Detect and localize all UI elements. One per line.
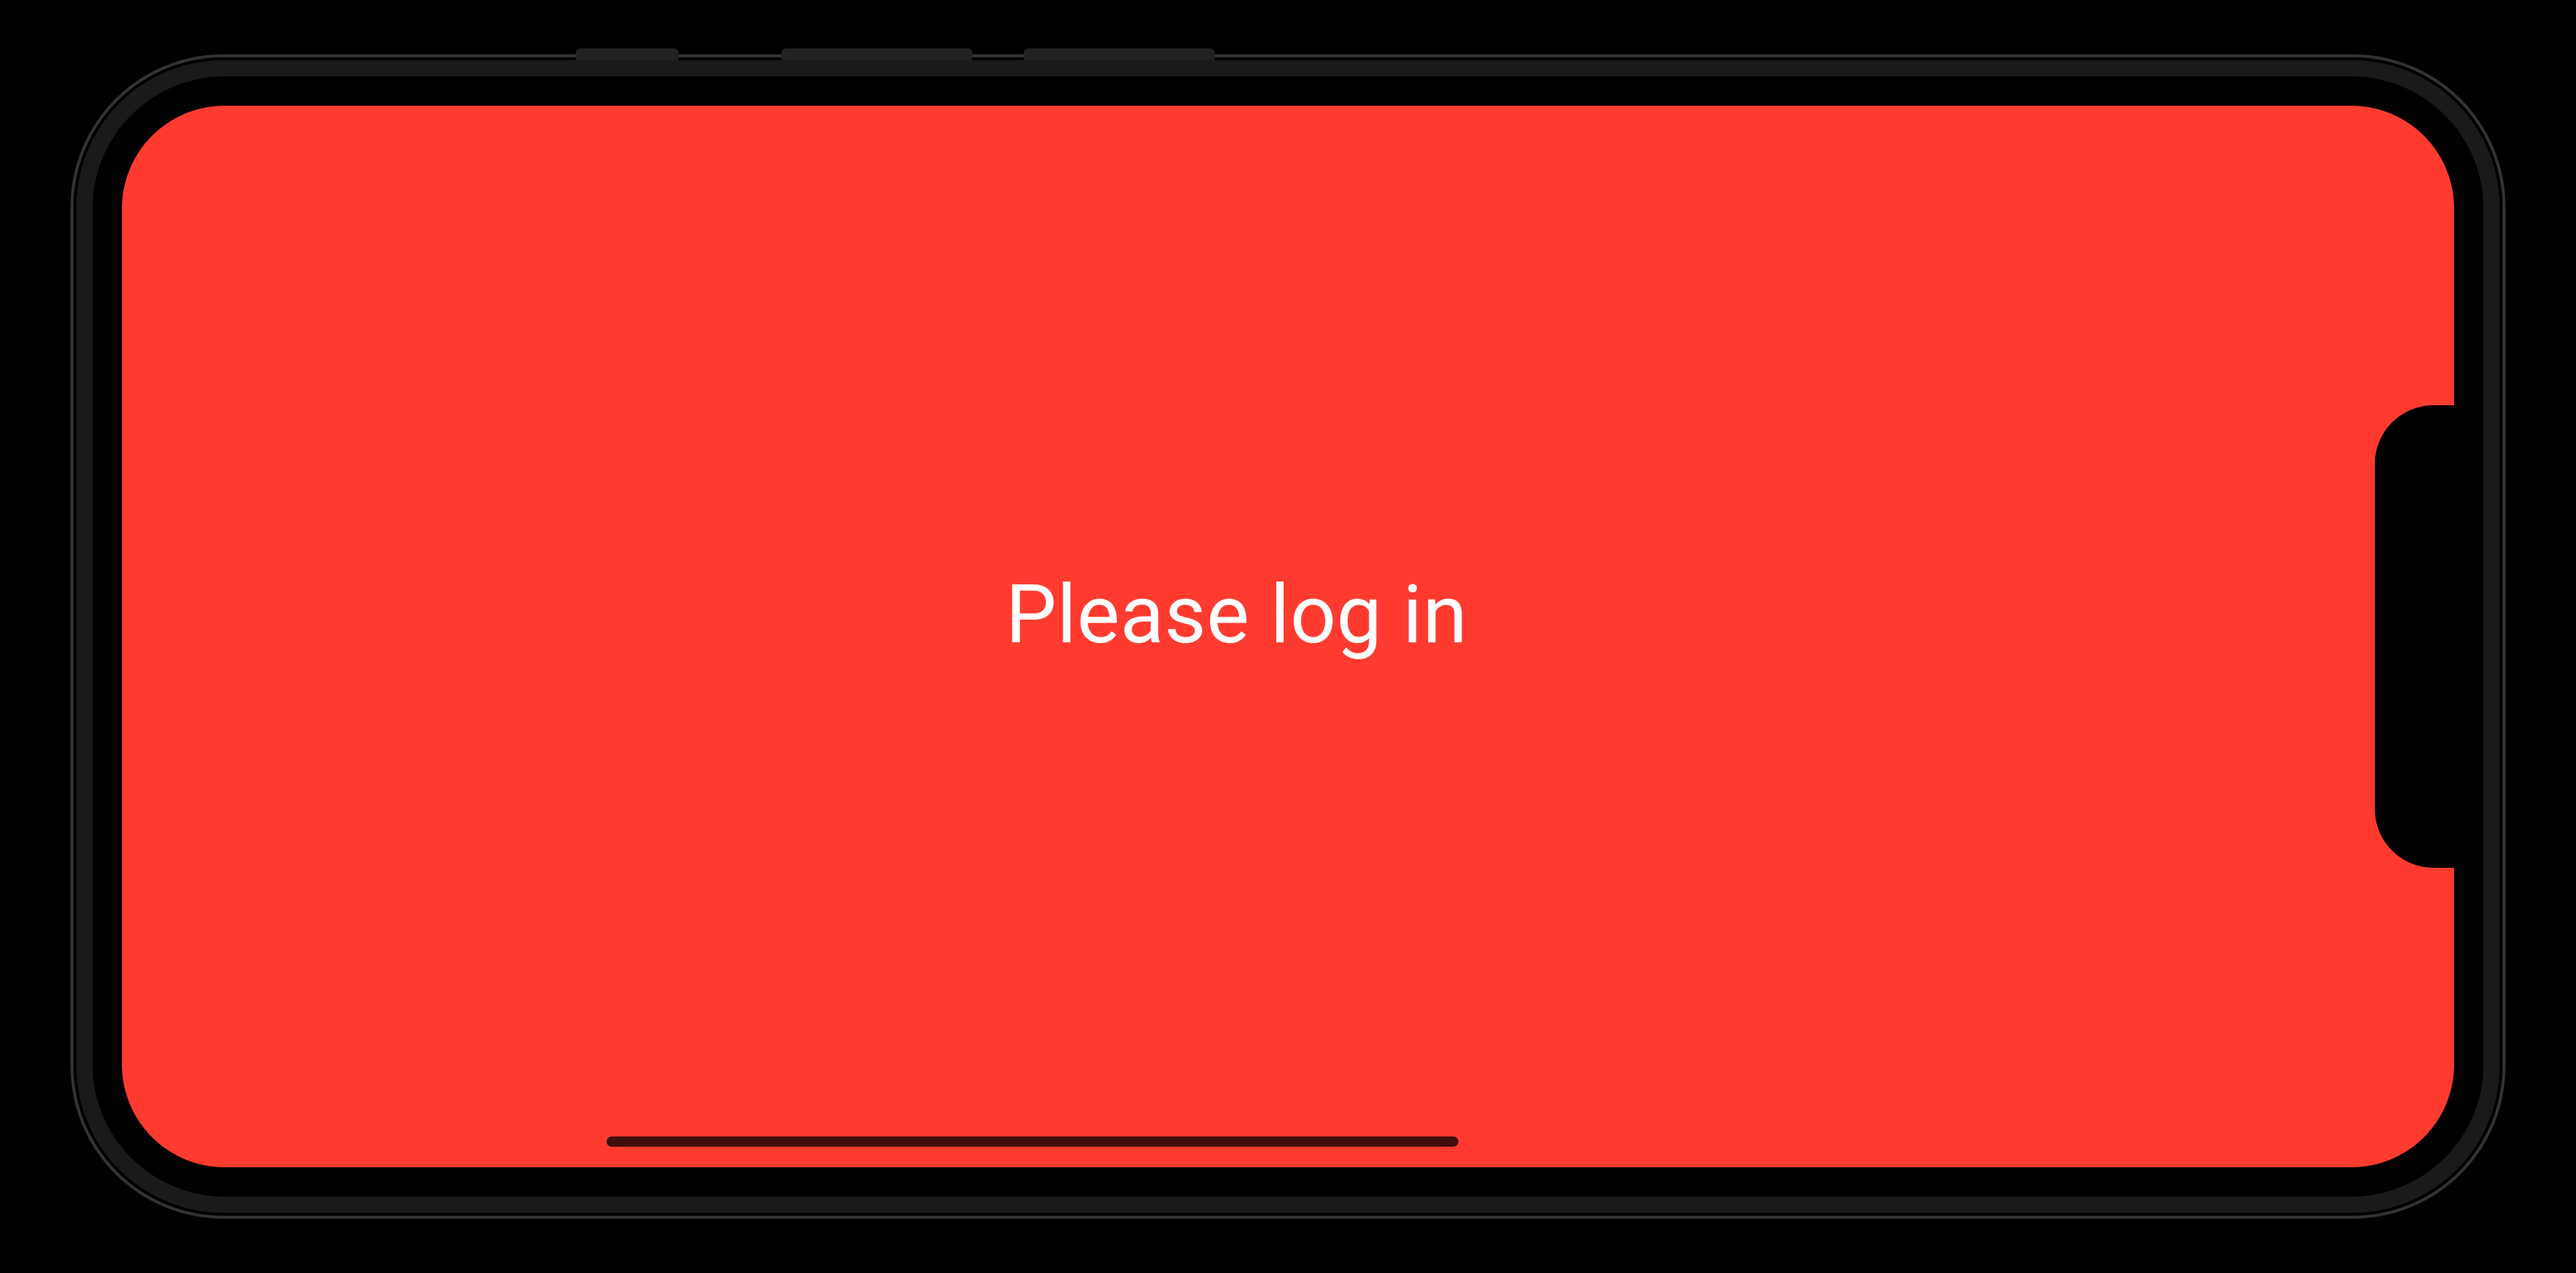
phone-notch bbox=[2375, 405, 2456, 868]
app-screen[interactable]: Please log in bbox=[122, 106, 2454, 1167]
phone-bezel: Please log in bbox=[93, 76, 2483, 1197]
side-button-volume-down bbox=[1024, 48, 1215, 60]
home-indicator[interactable] bbox=[607, 1136, 1458, 1147]
iphone-device-frame: Please log in bbox=[76, 60, 2500, 1213]
side-button-mute bbox=[576, 48, 679, 60]
side-button-volume-up bbox=[781, 48, 972, 60]
login-prompt-text: Please log in bbox=[1005, 567, 1467, 662]
